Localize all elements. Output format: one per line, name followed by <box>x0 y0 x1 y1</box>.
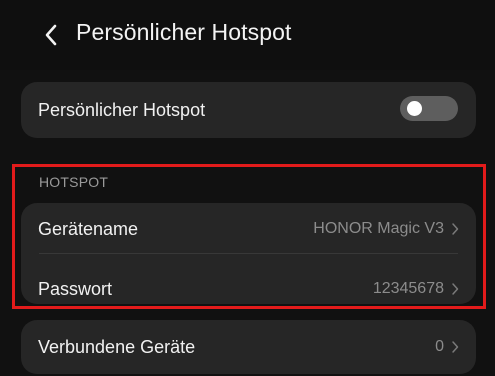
connected-devices-count: 0 <box>435 338 444 355</box>
chevron-right-icon <box>452 223 459 235</box>
hotspot-toggle-card[interactable]: Persönlicher Hotspot <box>21 82 476 138</box>
chevron-right-icon <box>452 283 459 295</box>
hotspot-toggle-label: Persönlicher Hotspot <box>38 100 206 120</box>
password-value: 12345678 <box>372 280 444 297</box>
device-name-value: HONOR Magic V3 <box>313 220 444 237</box>
hotspot-settings-card: Gerätename HONOR Magic V3 Passwort 12345… <box>21 203 476 304</box>
connected-devices-label: Verbundene Geräte <box>38 337 196 357</box>
toggle-knob <box>407 101 422 116</box>
section-header-hotspot: HOTSPOT <box>39 174 109 190</box>
back-button[interactable] <box>34 18 68 52</box>
chevron-right-icon <box>452 341 459 353</box>
connected-devices-row[interactable]: Verbundene Geräte 0 <box>21 320 476 374</box>
hotspot-toggle-switch[interactable] <box>400 96 458 121</box>
password-row[interactable]: Passwort 12345678 <box>21 254 476 304</box>
chevron-left-icon <box>45 24 57 46</box>
page-title: Persönlicher Hotspot <box>76 19 292 45</box>
password-label: Passwort <box>38 279 113 299</box>
device-name-label: Gerätename <box>38 219 139 239</box>
top-app-bar: Persönlicher Hotspot <box>0 0 495 70</box>
device-name-row[interactable]: Gerätename HONOR Magic V3 <box>21 203 476 253</box>
